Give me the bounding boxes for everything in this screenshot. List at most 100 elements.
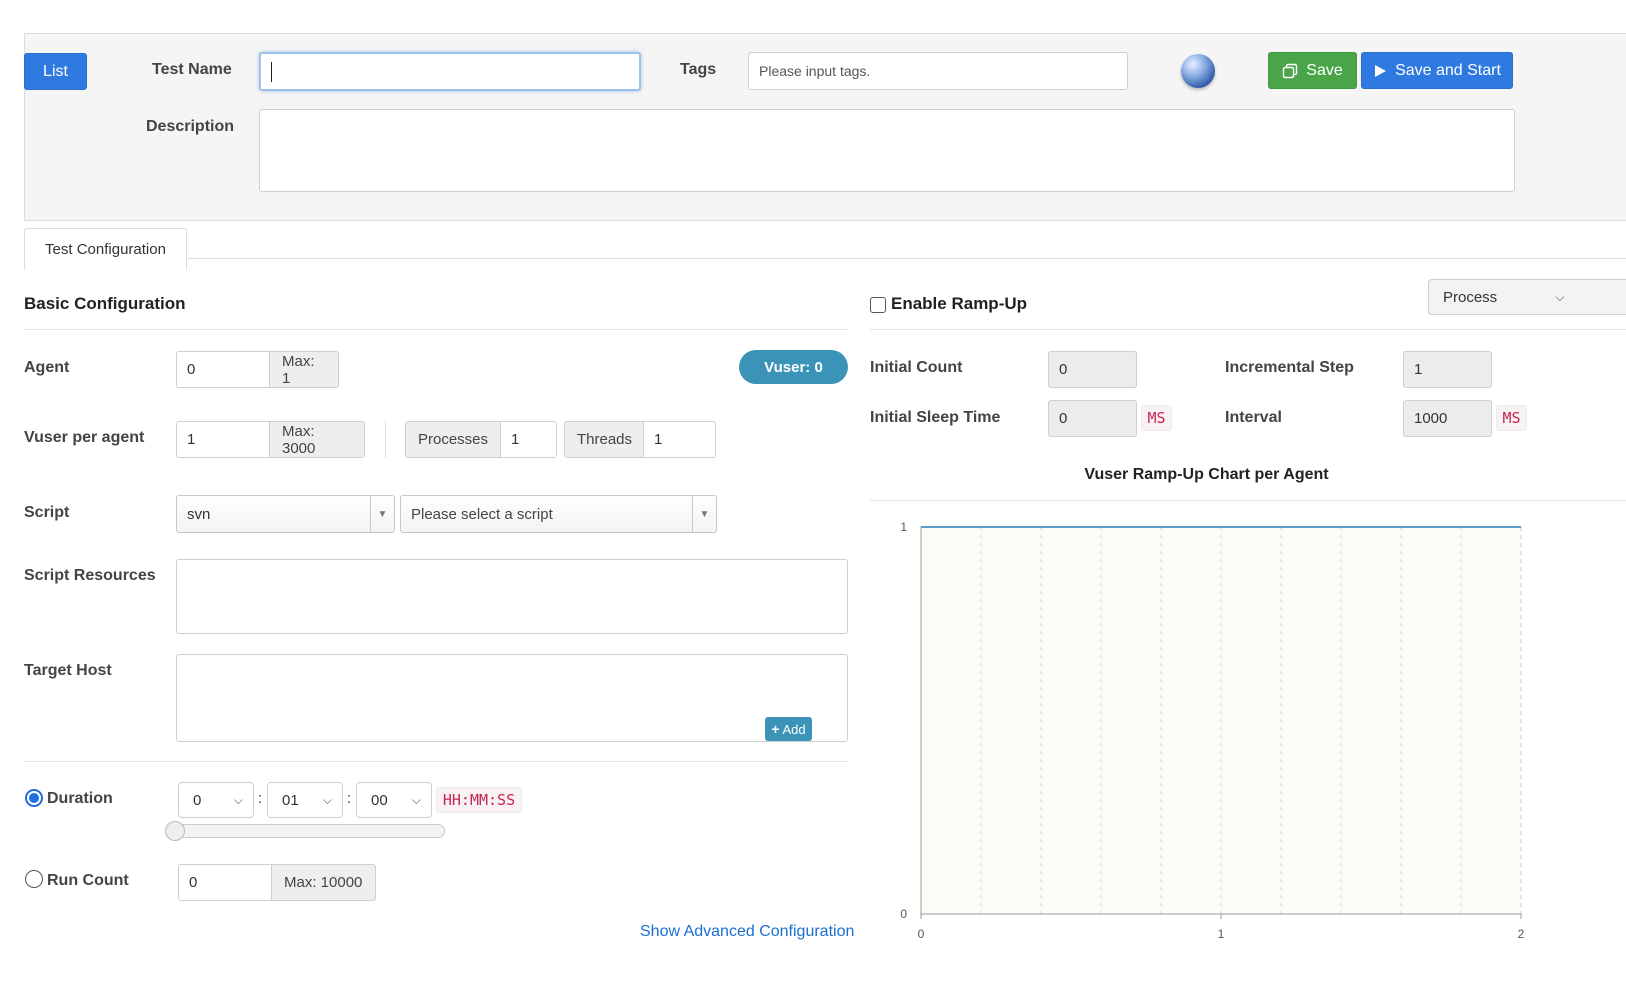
rampup-divider [870,329,1626,330]
script-repo-value: svn [187,505,211,523]
copy-icon [1283,63,1298,78]
chevron-down-icon: ⌵ [322,792,332,807]
tab-bar-line [24,258,1626,259]
vuser-max-addon: Max: 3000 [269,421,365,458]
initial-sleep-time-label: Initial Sleep Time [870,409,1001,426]
duration-hours-select[interactable]: 0 ⌵ [178,782,254,818]
enable-rampup-label: Enable Ramp-Up [891,294,1028,313]
target-host-box [176,654,848,742]
description-label: Description [146,118,235,135]
list-button[interactable]: List [24,53,87,90]
time-separator: : [347,790,352,807]
interval-value: 1000 [1414,410,1448,427]
save-button[interactable]: Save [1268,52,1357,89]
duration-hours-value: 0 [193,791,202,809]
description-textarea[interactable] [259,109,1515,192]
time-separator: : [258,790,263,807]
processes-addon: Processes [405,421,501,458]
save-and-start-button[interactable]: Save and Start [1361,52,1513,89]
test-name-label: Test Name [152,61,232,78]
incremental-step-label: Incremental Step [1225,359,1354,376]
processes-input[interactable]: 1 [500,421,557,458]
vuser-count-badge: Vuser: 0 [739,350,848,384]
vuser-per-agent-input[interactable]: 1 [176,421,270,458]
threads-value: 1 [654,431,663,448]
incremental-step-input[interactable]: 1 [1403,351,1492,388]
chart-x-tick-label: 1 [1218,927,1225,941]
duration-divider [24,761,848,762]
run-count-value: 0 [189,874,198,891]
chevron-down-icon: ⌵ [233,792,243,807]
save-button-label: Save [1306,61,1343,79]
duration-format-hint: HH:MM:SS [436,787,522,813]
duration-label: Duration [47,790,113,807]
initial-sleep-time-input[interactable]: 0 [1048,400,1137,437]
tab-test-configuration[interactable]: Test Configuration [24,228,187,270]
tags-label: Tags [680,61,717,78]
vuser-per-agent-label: Vuser per agent [24,429,145,446]
initial-sleep-time-value: 0 [1059,410,1068,427]
script-resources-label: Script Resources [24,567,156,584]
enable-rampup-checkbox[interactable] [870,297,886,313]
chart-divider [870,500,1626,501]
run-count-input[interactable]: 0 [178,864,272,901]
chevron-down-icon: ⌵ [1555,289,1565,304]
script-resources-box [176,559,848,634]
status-orb-icon [1181,54,1215,88]
target-host-label: Target Host [24,662,112,679]
agent-max-addon: Max: 1 [269,351,339,388]
initial-count-input[interactable]: 0 [1048,351,1137,388]
agent-count-input[interactable]: 0 [176,351,270,388]
script-select[interactable]: Please select a script ▼ [400,495,717,533]
test-name-input[interactable] [259,52,641,91]
interval-label: Interval [1225,409,1282,426]
chart-x-tick-label: 0 [918,927,925,941]
duration-minutes-value: 01 [282,791,299,809]
vuser-separator [385,421,386,458]
dropdown-arrow-icon: ▼ [692,496,716,532]
initial-count-label: Initial Count [870,359,963,376]
script-placeholder: Please select a script [411,505,553,523]
add-button-label: Add [782,721,806,737]
vuser-per-agent-value: 1 [187,431,196,448]
run-count-max-addon: Max: 10000 [271,864,376,901]
interval-input[interactable]: 1000 [1403,400,1492,437]
basic-divider [24,329,848,330]
threads-addon: Threads [564,421,644,458]
add-target-host-button[interactable]: + Add [765,717,812,741]
rampup-mode-select[interactable]: Process ⌵ [1428,279,1626,315]
rampup-chart-title: Vuser Ramp-Up Chart per Agent [1084,466,1329,483]
processes-value: 1 [511,431,520,448]
run-count-label: Run Count [47,872,129,889]
rampup-chart: 0 1 2 0 1 [900,520,1525,941]
duration-slider-handle[interactable] [165,821,185,841]
basic-configuration-title: Basic Configuration [24,294,186,313]
agent-count-value: 0 [187,361,196,378]
play-icon [1375,64,1387,77]
chart-y-tick-label: 1 [900,520,907,534]
tags-input[interactable]: Please input tags. [748,52,1128,90]
incremental-step-value: 1 [1414,361,1423,378]
duration-slider-track[interactable] [175,824,445,838]
plus-icon: + [771,721,780,737]
rampup-mode-value: Process [1443,288,1498,306]
duration-minutes-select[interactable]: 01 ⌵ [267,782,343,818]
script-repo-select[interactable]: svn ▼ [176,495,395,533]
run-count-radio[interactable] [25,870,43,888]
interval-unit: MS [1496,405,1527,431]
initial-sleep-unit: MS [1141,405,1172,431]
chevron-down-icon: ⌵ [411,792,421,807]
threads-input[interactable]: 1 [643,421,716,458]
duration-seconds-value: 00 [371,791,388,809]
save-and-start-label: Save and Start [1395,61,1501,79]
chart-y-tick-label: 0 [900,907,907,921]
duration-radio[interactable] [25,789,43,807]
initial-count-value: 0 [1059,361,1068,378]
script-label: Script [24,504,70,521]
agent-label: Agent [24,359,70,376]
show-advanced-configuration-link[interactable]: Show Advanced Configuration [640,923,854,941]
text-cursor [271,61,272,82]
dropdown-arrow-icon: ▼ [370,496,394,532]
duration-seconds-select[interactable]: 00 ⌵ [356,782,432,818]
chart-x-tick-label: 2 [1518,927,1525,941]
